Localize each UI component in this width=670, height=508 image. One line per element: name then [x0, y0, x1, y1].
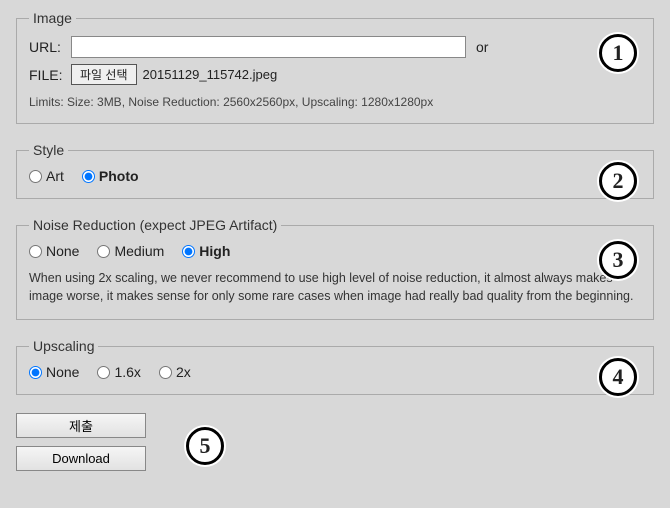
download-button[interactable]: Download — [16, 446, 146, 471]
noise-medium-radio[interactable] — [97, 245, 110, 258]
footer-actions: 제출 Download 5 — [16, 413, 654, 479]
annotation-badge-5: 5 — [186, 427, 224, 465]
noise-medium-label: Medium — [114, 243, 164, 259]
upscale-16x-radio[interactable] — [97, 366, 110, 379]
style-photo-radio[interactable] — [82, 170, 95, 183]
upscaling-legend: Upscaling — [29, 338, 98, 354]
style-fieldset: Style Art Photo 2 — [16, 142, 654, 199]
annotation-badge-4: 4 — [599, 358, 637, 396]
style-photo-label: Photo — [99, 168, 139, 184]
annotation-badge-2: 2 — [599, 162, 637, 200]
noise-high-radio[interactable] — [182, 245, 195, 258]
style-photo-option[interactable]: Photo — [82, 168, 139, 184]
noise-none-option[interactable]: None — [29, 243, 79, 259]
style-art-radio[interactable] — [29, 170, 42, 183]
upscale-2x-option[interactable]: 2x — [159, 364, 191, 380]
upscale-16x-label: 1.6x — [114, 364, 140, 380]
file-label: FILE: — [29, 67, 71, 83]
url-input[interactable] — [71, 36, 466, 58]
upscale-none-option[interactable]: None — [29, 364, 79, 380]
file-select-button[interactable]: 파일 선택 — [71, 64, 137, 85]
limits-text: Limits: Size: 3MB, Noise Reduction: 2560… — [29, 95, 641, 109]
upscale-none-radio[interactable] — [29, 366, 42, 379]
or-text: or — [476, 39, 488, 55]
style-legend: Style — [29, 142, 68, 158]
upscale-2x-radio[interactable] — [159, 366, 172, 379]
noise-none-radio[interactable] — [29, 245, 42, 258]
noise-medium-option[interactable]: Medium — [97, 243, 164, 259]
submit-button[interactable]: 제출 — [16, 413, 146, 438]
noise-fieldset: Noise Reduction (expect JPEG Artifact) N… — [16, 217, 654, 320]
upscaling-fieldset: Upscaling None 1.6x 2x 4 — [16, 338, 654, 395]
noise-legend: Noise Reduction (expect JPEG Artifact) — [29, 217, 281, 233]
noise-none-label: None — [46, 243, 79, 259]
annotation-badge-3: 3 — [599, 241, 637, 279]
image-fieldset: Image URL: or FILE: 파일 선택 20151129_11574… — [16, 10, 654, 124]
style-art-label: Art — [46, 168, 64, 184]
url-label: URL: — [29, 39, 71, 55]
style-art-option[interactable]: Art — [29, 168, 64, 184]
noise-high-option[interactable]: High — [182, 243, 230, 259]
noise-description: When using 2x scaling, we never recommen… — [29, 269, 641, 305]
noise-high-label: High — [199, 243, 230, 259]
annotation-badge-1: 1 — [599, 34, 637, 72]
file-name: 20151129_115742.jpeg — [143, 67, 278, 82]
image-legend: Image — [29, 10, 76, 26]
upscale-16x-option[interactable]: 1.6x — [97, 364, 140, 380]
upscale-2x-label: 2x — [176, 364, 191, 380]
upscale-none-label: None — [46, 364, 79, 380]
